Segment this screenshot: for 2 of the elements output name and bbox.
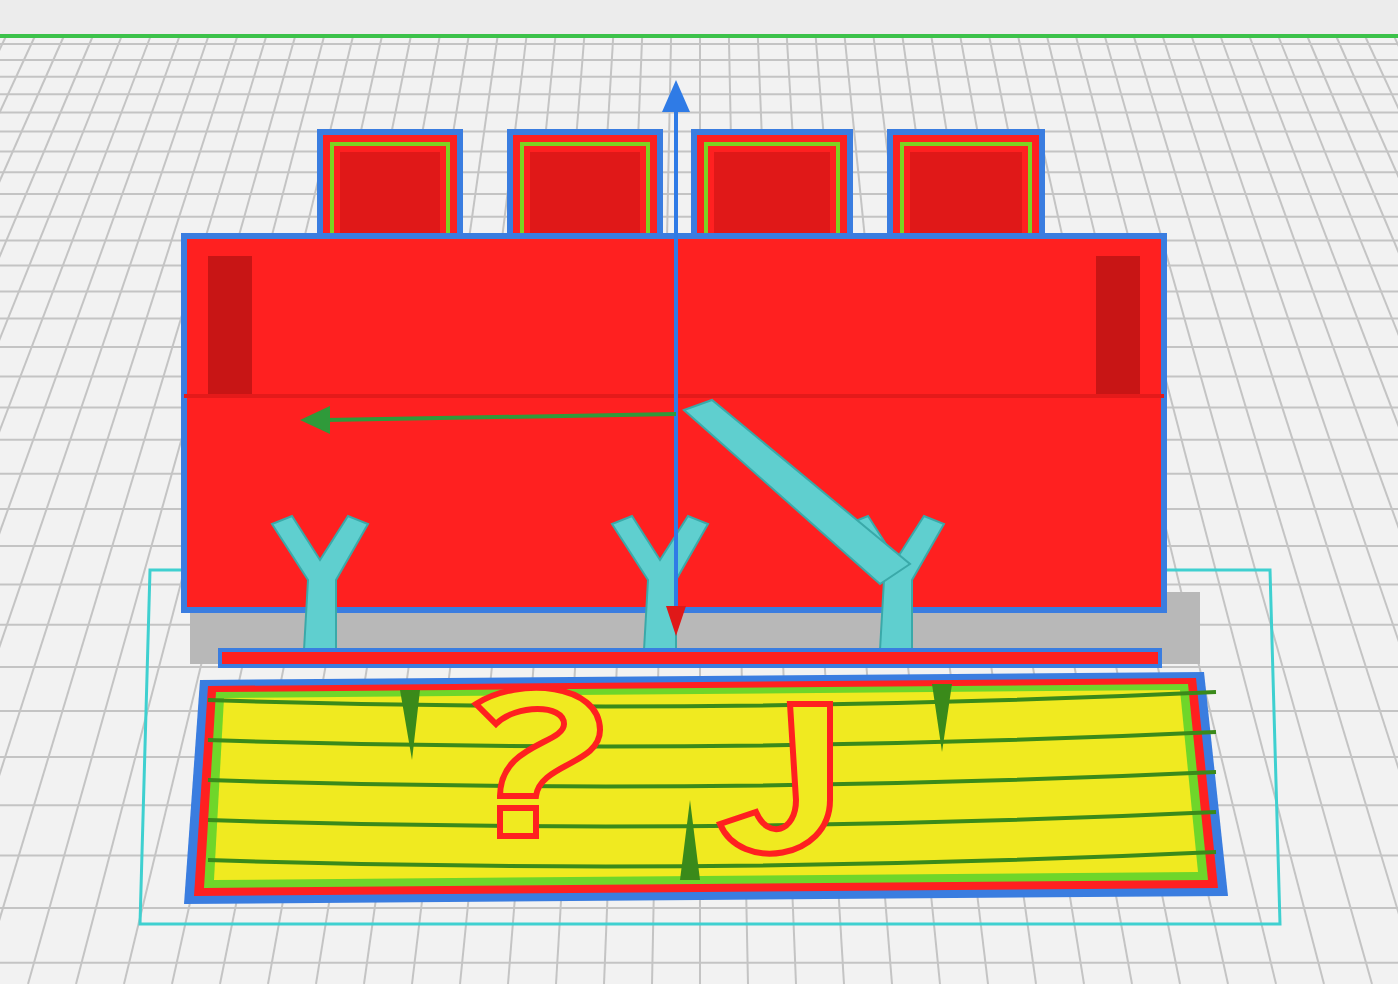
- vertical-axis-arrow[interactable]: [662, 80, 690, 610]
- depth-axis-arrow[interactable]: [666, 606, 686, 636]
